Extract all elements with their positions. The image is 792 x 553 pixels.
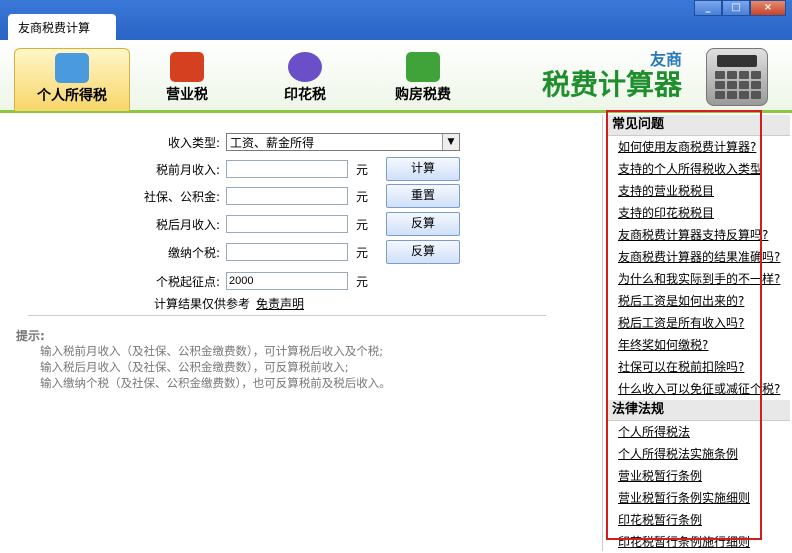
unit-label: 元 — [356, 245, 369, 260]
window-title: 友商税费计算 — [18, 21, 91, 35]
tax-paid-input[interactable] — [226, 243, 348, 261]
tab-stamp-tax[interactable]: 印花税 — [250, 48, 360, 106]
open-sign-icon — [170, 52, 204, 82]
faq-link[interactable]: 支持的个人所得税收入类型 — [606, 158, 790, 180]
law-list: 个人所得税法 个人所得税法实施条例 营业税暂行条例 营业税暂行条例实施细则 印花… — [606, 421, 790, 553]
tip-line: 输入税前月收入（及社保、公积金缴费数），可计算税后收入及个税; — [40, 344, 384, 358]
disclaimer-link[interactable]: 免责声明 — [256, 295, 304, 312]
disclaimer-text: 计算结果仅供参考 — [154, 296, 251, 311]
tax-form: 收入类型: 工资、薪金所得 ▼ 税前月收入: 元 计算 社保、公积金: 元 重置… — [8, 115, 603, 551]
pre-tax-row: 税前月收入: 元 计算 — [8, 157, 460, 181]
law-heading: 法律法规 — [606, 400, 790, 421]
window-title-tab: 友商税费计算 — [8, 14, 116, 40]
faq-link[interactable]: 支持的印花税税目 — [606, 202, 790, 224]
brand-logo: 友商 税费计算器 — [542, 46, 682, 100]
faq-link[interactable]: 税后工资是如何出来的? — [606, 290, 790, 312]
calculator-icon — [706, 48, 768, 106]
tip-line: 输入税后月收入（及社保、公积金缴费数），可反算税前收入; — [40, 360, 349, 374]
tab-label: 营业税 — [166, 87, 208, 103]
faq-heading: 常见问题 — [606, 115, 790, 136]
person-tax-icon — [55, 53, 89, 83]
unit-label: 元 — [356, 189, 369, 204]
minimize-button[interactable]: _ — [694, 0, 722, 16]
unit-label: 元 — [356, 217, 369, 232]
tab-label: 个人所得税 — [37, 88, 107, 104]
faq-link[interactable]: 友商税费计算器支持反算吗? — [606, 224, 790, 246]
tab-label: 购房税费 — [395, 87, 451, 103]
tips-title: 提示: — [16, 329, 45, 343]
tax-paid-label: 缴纳个税: — [167, 245, 220, 260]
reverse-calc-after-tax-button[interactable]: 反算 — [386, 212, 460, 236]
pre-tax-income-input[interactable] — [226, 160, 348, 178]
header-banner: 个人所得税 营业税 印花税 购房税费 友商 税费计算器 — [0, 40, 792, 113]
window-controls: _ □ × — [694, 0, 786, 16]
faq-link[interactable]: 税后工资是所有收入吗? — [606, 312, 790, 334]
law-link[interactable]: 个人所得税法实施条例 — [606, 443, 790, 465]
title-bar: 友商税费计算 _ □ × — [0, 0, 792, 40]
faq-link[interactable]: 友商税费计算器的结果准确吗? — [606, 246, 790, 268]
faq-link[interactable]: 什么收入可以免征或减征个税? — [606, 378, 790, 400]
tab-personal-income-tax[interactable]: 个人所得税 — [14, 48, 130, 111]
faq-list: 如何使用友商税费计算器? 支持的个人所得税收入类型 支持的营业税税目 支持的印花… — [606, 136, 790, 400]
income-type-value: 工资、薪金所得 — [230, 136, 315, 150]
law-link[interactable]: 营业税暂行条例 — [606, 465, 790, 487]
pre-tax-label: 税前月收入: — [155, 162, 220, 177]
unit-label: 元 — [356, 274, 369, 289]
faq-link[interactable]: 支持的营业税税目 — [606, 180, 790, 202]
after-tax-row: 税后月收入: 元 反算 — [8, 212, 460, 236]
close-button[interactable]: × — [750, 0, 786, 16]
chevron-down-icon[interactable]: ▼ — [442, 134, 459, 150]
income-type-label: 收入类型: — [167, 135, 220, 150]
threshold-row: 个税起征点: 元 — [8, 270, 378, 292]
brand-sub: 友商 — [649, 50, 682, 69]
tax-paid-row: 缴纳个税: 元 反算 — [8, 240, 460, 264]
faq-link[interactable]: 为什么和我实际到手的不一样? — [606, 268, 790, 290]
law-link[interactable]: 印花税暂行条例施行细则 — [606, 531, 790, 553]
law-link[interactable]: 营业税暂行条例实施细则 — [606, 487, 790, 509]
tab-business-tax[interactable]: 营业税 — [132, 48, 242, 106]
faq-link[interactable]: 社保可以在税前扣除吗? — [606, 356, 790, 378]
tab-house-purchase-tax[interactable]: 购房税费 — [368, 48, 478, 106]
threshold-label: 个税起征点: — [155, 274, 220, 289]
income-type-row: 收入类型: 工资、薪金所得 ▼ — [8, 131, 460, 153]
tip-line: 输入缴纳个税（及社保、公积金缴费数），也可反算税前及税后收入。 — [40, 376, 391, 390]
after-tax-label: 税后月收入: — [155, 217, 220, 232]
calculate-button[interactable]: 计算 — [386, 157, 460, 181]
maximize-button[interactable]: □ — [722, 0, 750, 16]
law-link[interactable]: 个人所得税法 — [606, 421, 790, 443]
tips-list: 输入税前月收入（及社保、公积金缴费数），可计算税后收入及个税; 输入税后月收入（… — [40, 343, 391, 391]
social-label: 社保、公积金: — [143, 189, 220, 204]
threshold-input[interactable] — [226, 272, 348, 290]
stamp-flower-icon — [288, 52, 322, 82]
reverse-calc-tax-button[interactable]: 反算 — [386, 240, 460, 264]
law-link[interactable]: 印花税暂行条例 — [606, 509, 790, 531]
after-tax-income-input[interactable] — [226, 215, 348, 233]
tab-label: 印花税 — [284, 87, 326, 103]
social-row: 社保、公积金: 元 重置 — [8, 184, 460, 208]
reset-button[interactable]: 重置 — [386, 184, 460, 208]
divider — [28, 315, 546, 316]
house-icon — [406, 52, 440, 82]
brand-main: 税费计算器 — [541, 68, 682, 101]
faq-link[interactable]: 年终奖如何缴税? — [606, 334, 790, 356]
income-type-select[interactable]: 工资、薪金所得 ▼ — [226, 133, 460, 151]
faq-link[interactable]: 如何使用友商税费计算器? — [606, 136, 790, 158]
disclaimer-row: 计算结果仅供参考 免责声明 — [154, 292, 304, 314]
unit-label: 元 — [356, 162, 369, 177]
help-sidebar: 常见问题 如何使用友商税费计算器? 支持的个人所得税收入类型 支持的营业税税目 … — [606, 115, 790, 551]
social-security-input[interactable] — [226, 187, 348, 205]
